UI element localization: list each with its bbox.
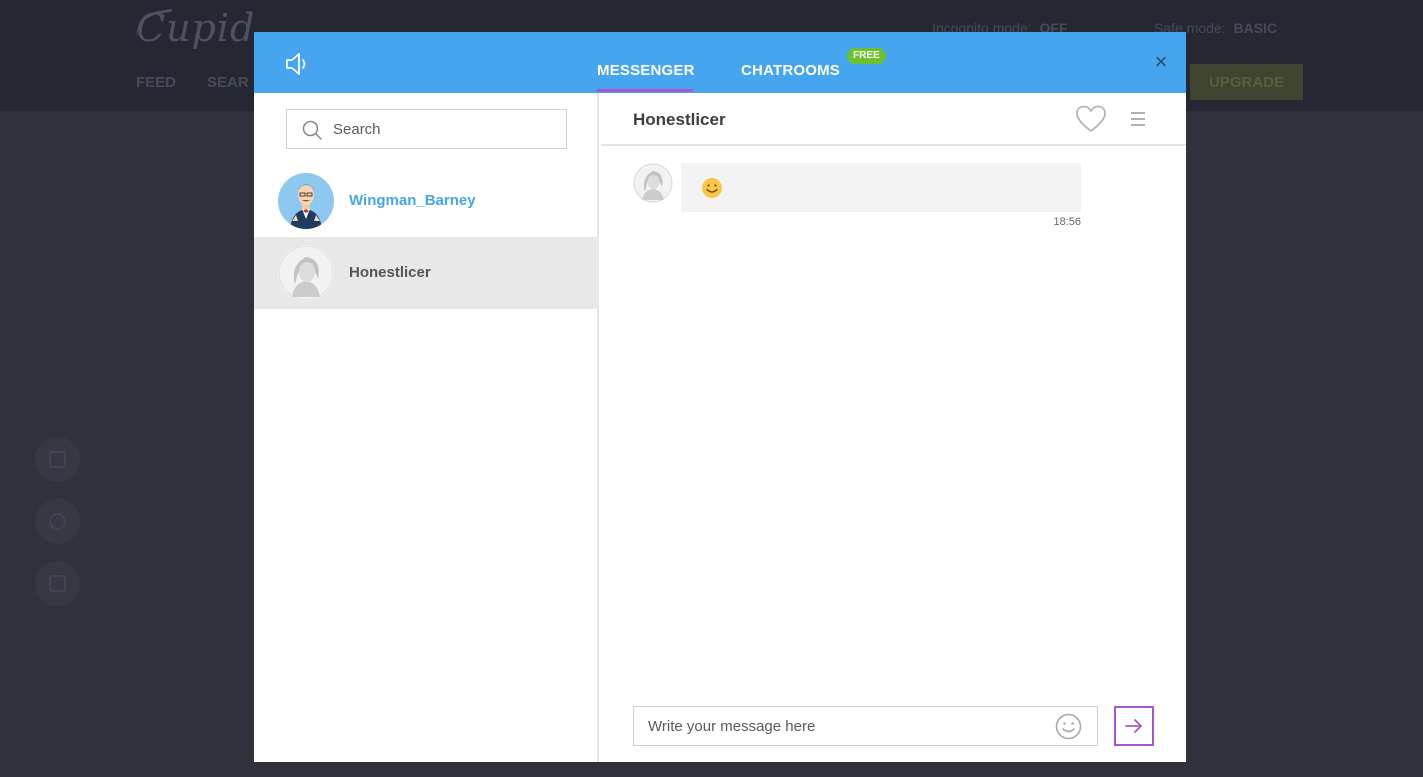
contact-name: Honestlicer — [349, 264, 431, 281]
contact-avatar — [278, 245, 334, 301]
message-time: 18:56 — [1053, 216, 1081, 228]
upgrade-button: UPGRADE — [1190, 64, 1303, 100]
arrow-right-icon — [1125, 719, 1142, 733]
tab-messenger[interactable]: MESSENGER — [597, 62, 695, 79]
side-chat-icon — [35, 499, 80, 544]
tab-chatrooms[interactable]: CHATROOMS — [741, 62, 840, 79]
contact-avatar — [278, 173, 334, 229]
send-button[interactable] — [1114, 706, 1154, 746]
smiley-emoji-icon — [702, 178, 722, 198]
conversation-pane: Honestlicer 18:56 — [601, 93, 1186, 762]
emoji-picker-icon[interactable] — [1055, 713, 1082, 740]
conversation-list: Wingman_Barney Honestlicer — [254, 93, 599, 762]
speaker-icon[interactable] — [284, 51, 310, 77]
message-composer[interactable] — [633, 706, 1098, 746]
contact-item-selected[interactable]: Honestlicer — [254, 237, 599, 309]
heart-icon[interactable] — [1075, 105, 1107, 133]
contact-item[interactable]: Wingman_Barney — [254, 165, 599, 237]
nav-search: SEAR — [207, 74, 249, 91]
message-avatar — [633, 163, 673, 203]
safe-mode-value: BASIC — [1233, 20, 1278, 36]
search-box[interactable] — [286, 109, 567, 149]
free-badge: FREE — [847, 48, 886, 64]
message-bubble — [681, 163, 1081, 212]
site-logo: Cupid — [136, 6, 256, 50]
tab-active-underline — [597, 89, 693, 92]
contact-name: Wingman_Barney — [349, 192, 476, 209]
search-icon — [302, 120, 322, 140]
modal-header: MESSENGER CHATROOMS FREE × — [254, 32, 1186, 93]
side-camera-icon — [35, 437, 80, 482]
search-input[interactable] — [333, 110, 563, 148]
side-mail-icon — [35, 561, 80, 606]
close-button[interactable]: × — [1151, 51, 1171, 73]
chat-header: Honestlicer — [601, 93, 1186, 146]
chat-title: Honestlicer — [633, 110, 726, 129]
nav-feed: FEED — [136, 74, 177, 91]
message-input[interactable] — [648, 707, 1048, 745]
messenger-modal: MESSENGER CHATROOMS FREE × Search Wingma… — [254, 32, 1186, 762]
menu-icon[interactable] — [1129, 110, 1147, 128]
